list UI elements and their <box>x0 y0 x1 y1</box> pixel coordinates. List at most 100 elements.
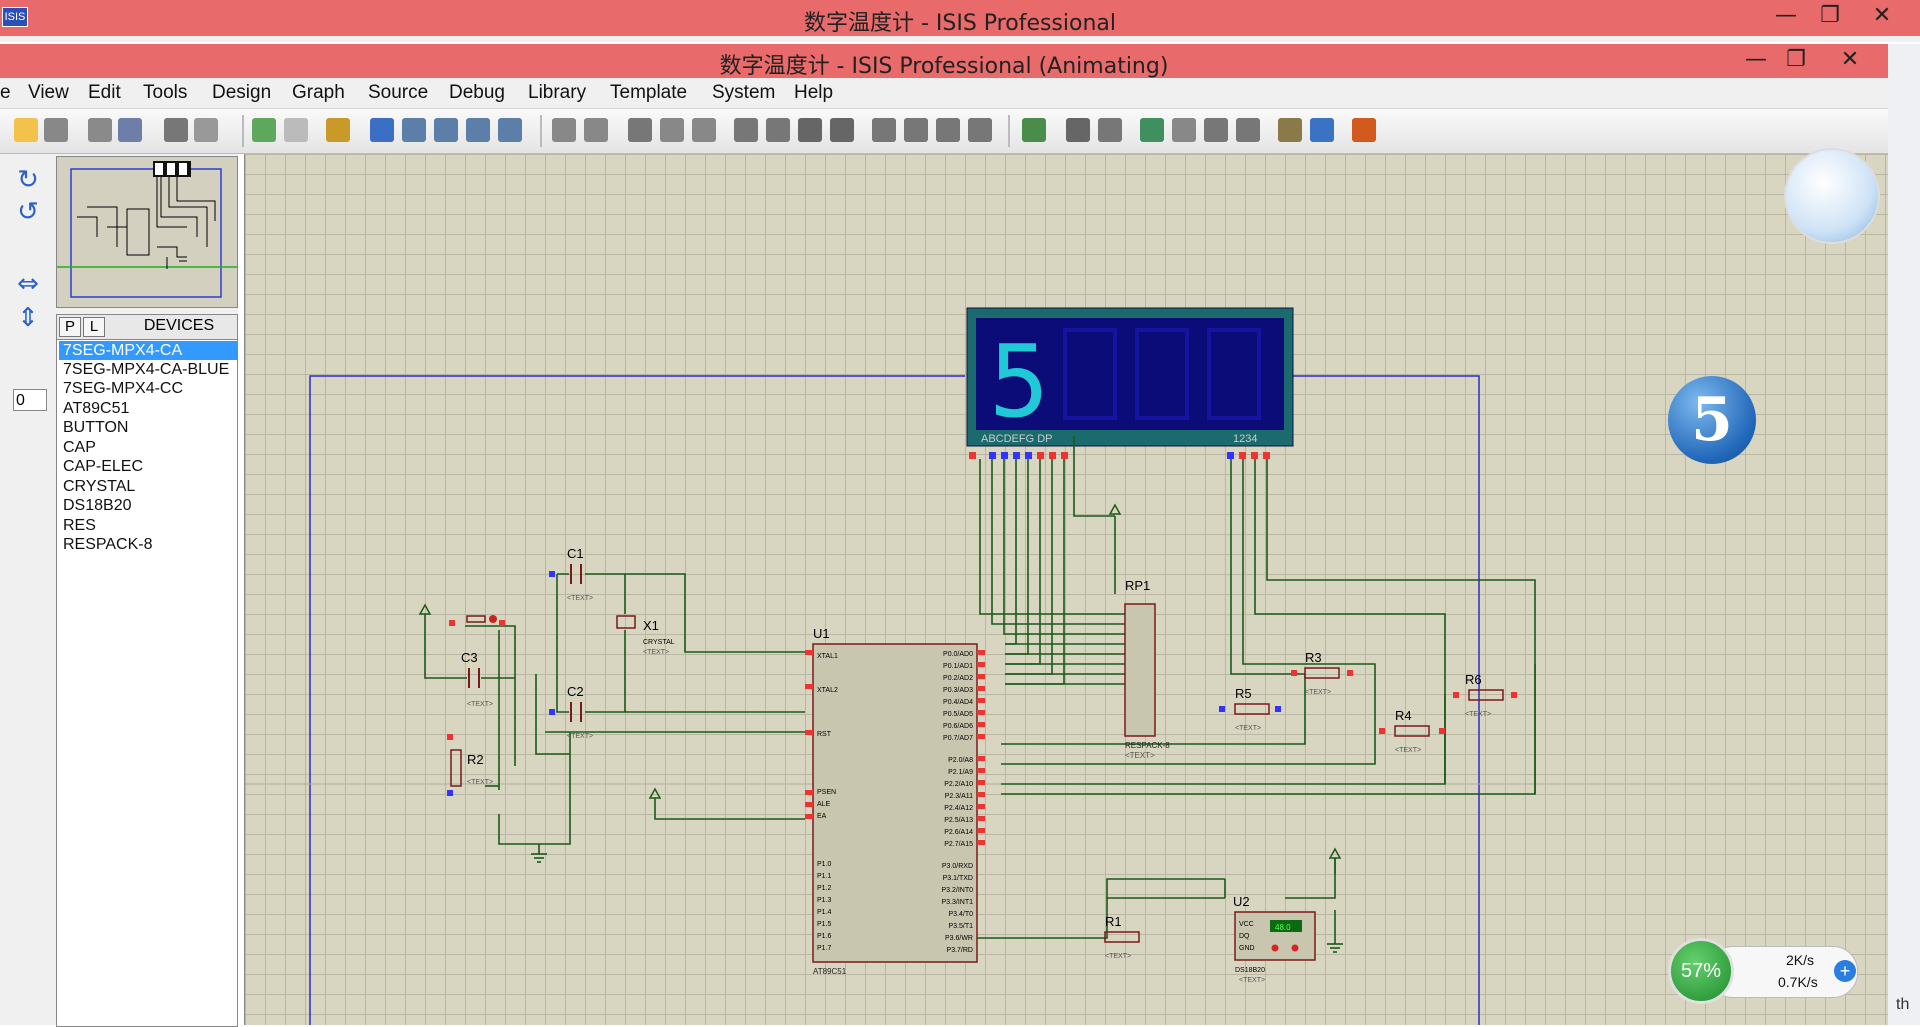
menu-source[interactable]: Source <box>368 82 428 104</box>
cut-icon[interactable] <box>628 118 652 142</box>
redraw-icon[interactable] <box>252 118 276 142</box>
u1-pin: P3.7/RD <box>947 947 973 954</box>
accelerate-button[interactable]: + <box>1834 960 1856 982</box>
device-item[interactable]: CAP-ELEC <box>59 457 237 476</box>
device-item[interactable]: RES <box>59 516 237 535</box>
device-item[interactable]: DS18B20 <box>59 496 237 515</box>
search-icon[interactable] <box>1066 118 1090 142</box>
device-item[interactable]: CRYSTAL <box>59 477 237 496</box>
device-item[interactable]: 7SEG-MPX4-CC <box>59 379 237 398</box>
schematic-canvas[interactable]: 5 ABCDEFG DP 1234 RP1 RESPACK-8 <TEXT> U… <box>244 154 1889 1025</box>
u1-microcontroller[interactable]: U1 AT89C51 XTAL1 XTAL2 RST PSEN ALE EA P… <box>805 626 985 976</box>
electrical-rule-check-icon[interactable] <box>1310 118 1334 142</box>
rotate-cw-icon[interactable]: ↻ <box>14 166 42 194</box>
menu-file[interactable]: e <box>0 82 11 104</box>
r6-resistor[interactable]: R6 <TEXT> <box>1453 672 1517 718</box>
device-item[interactable]: AT89C51 <box>59 399 237 418</box>
device-item[interactable]: RESPACK-8 <box>59 535 237 554</box>
network-speed-widget[interactable]: 57% 2K/s 0.7K/s + <box>1668 938 1858 1004</box>
menu-system[interactable]: System <box>712 82 775 104</box>
close-button[interactable]: ✕ <box>1828 46 1872 74</box>
u1-pin: P0.4/AD4 <box>943 699 973 706</box>
menu-tools[interactable]: Tools <box>143 82 187 104</box>
background-window-titlebar: ISIS 数字温度计 - ISIS Professional — ❐ ✕ <box>0 0 1920 36</box>
menu-view[interactable]: View <box>28 82 69 104</box>
rotation-angle-input[interactable]: 0 <box>13 389 47 411</box>
menu-edit[interactable]: Edit <box>88 82 121 104</box>
make-device-icon[interactable] <box>904 118 928 142</box>
device-item[interactable]: 7SEG-MPX4-CA-BLUE <box>59 360 237 379</box>
u1-pin: P0.0/AD0 <box>943 651 973 658</box>
back-restore-button[interactable]: ❐ <box>1808 2 1852 30</box>
pick-from-library-button[interactable]: P <box>59 317 81 337</box>
menu-library[interactable]: Library <box>528 82 586 104</box>
memory-usage-indicator[interactable]: 57% <box>1668 938 1734 1004</box>
reset-button[interactable] <box>449 615 505 626</box>
goto-sheet-icon[interactable] <box>1204 118 1228 142</box>
u1-pin: P2.7/A15 <box>944 841 973 848</box>
r3-resistor[interactable]: R3 <TEXT> <box>1291 650 1353 696</box>
pan-icon[interactable] <box>370 118 394 142</box>
rotate-ccw-icon[interactable]: ↺ <box>14 198 42 226</box>
undo-icon[interactable] <box>552 118 576 142</box>
restore-button[interactable]: ❐ <box>1774 46 1818 74</box>
u1-pin: PSEN <box>817 789 836 796</box>
menu-template[interactable]: Template <box>610 82 687 104</box>
open-icon[interactable] <box>14 118 38 142</box>
r1-label: R1 <box>1105 914 1122 929</box>
zoom-child-icon[interactable] <box>1236 118 1260 142</box>
r1-resistor[interactable]: R1 <TEXT> <box>1104 914 1140 960</box>
floating-badge[interactable]: 5 <box>1668 376 1756 464</box>
block-move-icon[interactable] <box>766 118 790 142</box>
menu-graph[interactable]: Graph <box>292 82 345 104</box>
device-item[interactable]: CAP <box>59 438 237 457</box>
print-icon[interactable] <box>164 118 188 142</box>
overview-window[interactable] <box>56 156 238 308</box>
back-close-button[interactable]: ✕ <box>1860 2 1904 30</box>
back-minimize-button[interactable]: — <box>1764 2 1808 30</box>
toolbar-separator <box>540 115 542 147</box>
remove-sheet-icon[interactable] <box>1172 118 1196 142</box>
block-copy-icon[interactable] <box>734 118 758 142</box>
zoom-area-icon[interactable] <box>498 118 522 142</box>
device-item[interactable]: BUTTON <box>59 418 237 437</box>
area-icon[interactable] <box>194 118 218 142</box>
copy-icon[interactable] <box>660 118 684 142</box>
save-icon[interactable] <box>44 118 68 142</box>
ares-icon[interactable] <box>1352 118 1376 142</box>
bill-of-materials-icon[interactable] <box>1278 118 1302 142</box>
mirror-vertical-icon[interactable]: ⇕ <box>14 304 42 332</box>
rp1-resistor-pack[interactable]: RP1 RESPACK-8 <TEXT> <box>1124 578 1170 760</box>
c3-capacitor[interactable]: C3 <TEXT> <box>461 650 493 708</box>
library-manager-button[interactable]: L <box>83 317 105 337</box>
zoom-all-icon[interactable] <box>466 118 490 142</box>
minimize-button[interactable]: — <box>1734 46 1778 74</box>
device-item[interactable]: 7SEG-MPX4-CA <box>59 341 237 360</box>
mirror-horizontal-icon[interactable]: ⇔ <box>14 270 42 298</box>
block-delete-icon[interactable] <box>830 118 854 142</box>
menu-debug[interactable]: Debug <box>449 82 505 104</box>
pick-device-icon[interactable] <box>872 118 896 142</box>
menu-help[interactable]: Help <box>794 82 833 104</box>
package-tool-icon[interactable] <box>936 118 960 142</box>
menu-design[interactable]: Design <box>212 82 271 104</box>
redo-icon[interactable] <box>584 118 608 142</box>
export-icon[interactable] <box>118 118 142 142</box>
new-sheet-icon[interactable] <box>1140 118 1164 142</box>
origin-icon[interactable] <box>326 118 350 142</box>
u2-temperature-sensor[interactable]: U2 VCC DQ GND 48.0 DS18B20 <TEXT> <box>1233 894 1316 984</box>
zoom-out-icon[interactable] <box>434 118 458 142</box>
wire-autorouter-icon[interactable] <box>1022 118 1046 142</box>
block-rotate-icon[interactable] <box>798 118 822 142</box>
seven-segment-display[interactable]: 5 ABCDEFG DP 1234 <box>966 307 1294 459</box>
r4-label: R4 <box>1395 708 1412 723</box>
property-tool-icon[interactable] <box>1098 118 1122 142</box>
import-icon[interactable] <box>88 118 112 142</box>
c3-label: C3 <box>461 650 478 665</box>
paste-icon[interactable] <box>692 118 716 142</box>
decompose-icon[interactable] <box>968 118 992 142</box>
r4-resistor[interactable]: R4 <TEXT> <box>1379 708 1445 754</box>
zoom-in-icon[interactable] <box>402 118 426 142</box>
r5-resistor[interactable]: R5 <TEXT> <box>1219 686 1281 732</box>
grid-icon[interactable] <box>284 118 308 142</box>
